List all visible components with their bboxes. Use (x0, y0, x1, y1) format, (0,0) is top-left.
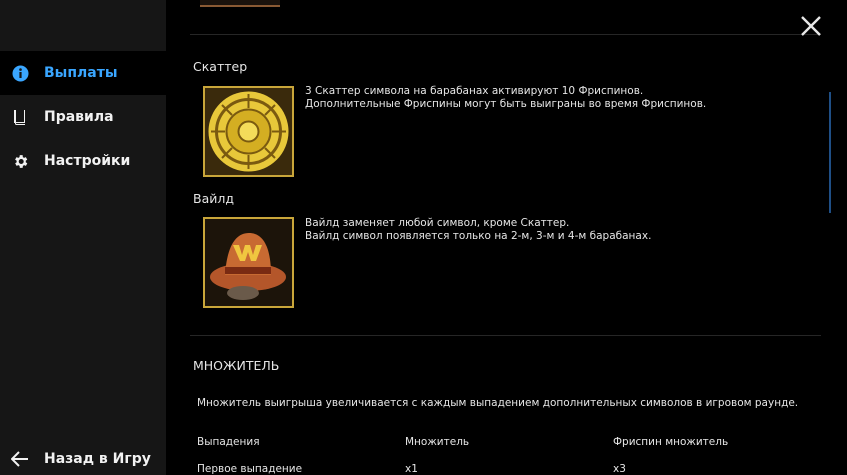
wild-line: Вайлд заменяет любой символ, кроме Скатт… (305, 217, 570, 229)
back-label: Назад в Игру (44, 451, 151, 467)
table-header-freespin-multiplier: Фриспин множитель (613, 436, 729, 448)
scatter-title: Скаттер (193, 59, 248, 74)
sidebar-item-payouts[interactable]: Выплаты (0, 51, 166, 95)
wild-symbol-image (203, 217, 294, 308)
table-header-occurrences: Выпадения (197, 436, 260, 448)
table-cell: x3 (613, 463, 626, 475)
divider (190, 335, 821, 336)
sidebar: Выплаты Правила Настройки Назад в Игру (0, 0, 166, 475)
previous-symbol-image (200, 0, 280, 7)
paytable-content[interactable]: Скаттер 3 Скаттер символа на барабанах а… (166, 0, 847, 475)
scrollbar[interactable] (829, 92, 831, 213)
gear-icon (11, 152, 29, 170)
scatter-symbol-image (203, 86, 294, 177)
sidebar-menu: Выплаты Правила Настройки (0, 51, 166, 183)
sidebar-item-settings[interactable]: Настройки (0, 139, 166, 183)
scatter-line: 3 Скаттер символа на барабанах активирую… (305, 85, 644, 97)
divider (190, 34, 821, 35)
sidebar-item-label: Правила (44, 109, 114, 125)
table-cell: x1 (405, 463, 418, 475)
table-header-multiplier: Множитель (405, 436, 470, 448)
back-to-game-button[interactable]: Назад в Игру (11, 447, 151, 471)
close-icon (801, 16, 821, 36)
sidebar-item-rules[interactable]: Правила (0, 95, 166, 139)
scatter-line: Дополнительные Фриспины могут быть выигр… (305, 98, 707, 110)
multiplier-title: МНОЖИТЕЛЬ (193, 358, 280, 373)
wild-description: Вайлд заменяет любой символ, кроме Скатт… (305, 217, 651, 243)
multiplier-description: Множитель выигрыша увеличивается с кажды… (197, 397, 799, 409)
scatter-description: 3 Скаттер символа на барабанах активирую… (305, 85, 706, 111)
sidebar-item-label: Выплаты (44, 65, 118, 81)
table-cell: Первое выпадение (197, 463, 303, 475)
book-icon (11, 108, 29, 126)
wild-title: Вайлд (193, 191, 234, 206)
arrow-left-icon (11, 450, 29, 468)
sidebar-item-label: Настройки (44, 153, 131, 169)
info-icon (11, 64, 29, 82)
close-button[interactable] (799, 14, 823, 38)
wild-line: Вайлд символ появляется только на 2-м, 3… (305, 230, 652, 242)
